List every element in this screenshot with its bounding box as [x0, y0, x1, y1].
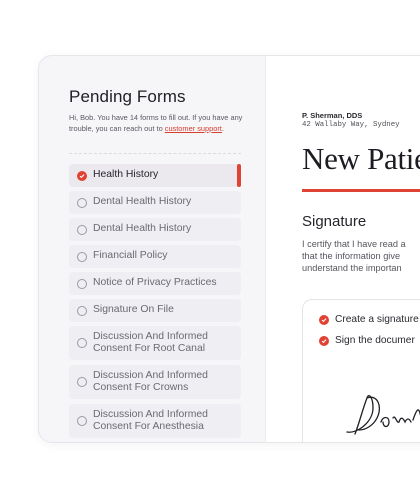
signature-heading: Signature: [302, 213, 367, 230]
step-sign-document: Sign the documer: [319, 335, 415, 346]
form-item-consent-root-canal[interactable]: Discussion And Informed Consent For Root…: [69, 326, 241, 360]
radio-circle-icon: [77, 197, 87, 208]
document-title: New Patie: [302, 141, 420, 176]
practice-address: 42 Wallaby Way, Sydney: [302, 121, 400, 129]
form-item-label: Health History: [93, 169, 159, 181]
form-item-label: Notice of Privacy Practices: [93, 277, 217, 289]
form-item-signature-on-file[interactable]: Signature On File: [69, 299, 241, 322]
certification-line: I certify that I have read a: [302, 239, 406, 249]
signature-panel: Create a signature Sign the documer: [302, 299, 420, 442]
doctor-name: P. Sherman, DDS: [302, 111, 363, 120]
radio-circle-icon: [77, 338, 87, 348]
pending-forms-intro: Hi, Bob. You have 14 forms to fill out. …: [69, 113, 249, 134]
check-circle-icon: [319, 314, 329, 325]
customer-support-link[interactable]: customer support: [165, 124, 222, 133]
radio-circle-icon: [77, 377, 87, 387]
form-item-label: Discussion And Informed Consent For Root…: [93, 330, 208, 355]
certification-line: that the information give: [302, 251, 401, 261]
form-list: Health History Dental Health History Den…: [69, 164, 245, 442]
form-item-privacy-practices[interactable]: Notice of Privacy Practices: [69, 272, 241, 295]
radio-circle-icon: [77, 224, 87, 235]
form-item-dental-health-history[interactable]: Dental Health History: [69, 191, 241, 214]
form-item-label: Financiall Policy: [93, 250, 168, 262]
intro-end: .: [221, 123, 224, 133]
pending-forms-panel: Pending Forms Hi, Bob. You have 14 forms…: [39, 56, 265, 442]
check-circle-icon: [77, 170, 87, 181]
handwritten-signature: [346, 394, 420, 435]
form-item-label: Signature On File: [93, 304, 174, 316]
title-rule: [302, 189, 420, 192]
step-create-signature: Create a signature: [319, 314, 419, 325]
document-preview: P. Sherman, DDS 42 Wallaby Way, Sydney N…: [265, 56, 420, 442]
form-item-health-history[interactable]: Health History: [69, 164, 241, 187]
form-item-label: Dental Health History: [93, 196, 192, 208]
form-item-label: Discussion And Informed Consent For Crow…: [93, 369, 208, 394]
radio-circle-icon: [77, 278, 87, 289]
step-label: Create a signature: [335, 314, 419, 325]
radio-circle-icon: [77, 251, 87, 262]
form-item-financial-policy[interactable]: Financiall Policy: [69, 245, 241, 268]
form-item-dental-health-history-2[interactable]: Dental Health History: [69, 218, 241, 241]
certification-line: understand the importan: [302, 263, 402, 273]
pending-forms-title: Pending Forms: [69, 87, 186, 106]
form-item-consent-crowns[interactable]: Discussion And Informed Consent For Crow…: [69, 365, 241, 399]
forms-card: Pending Forms Hi, Bob. You have 14 forms…: [38, 55, 420, 443]
active-indicator: [237, 164, 241, 187]
form-item-label: Dental Health History: [93, 223, 192, 235]
step-label: Sign the documer: [335, 335, 415, 346]
radio-circle-icon: [77, 416, 87, 426]
certification-text: I certify that I have read a that the in…: [302, 238, 420, 274]
form-item-consent-anesthesia[interactable]: Discussion And Informed Consent For Anes…: [69, 404, 241, 438]
form-item-label: Discussion And Informed Consent For Anes…: [93, 408, 208, 433]
radio-circle-icon: [77, 305, 87, 316]
check-circle-icon: [319, 335, 329, 346]
divider: [69, 153, 241, 154]
